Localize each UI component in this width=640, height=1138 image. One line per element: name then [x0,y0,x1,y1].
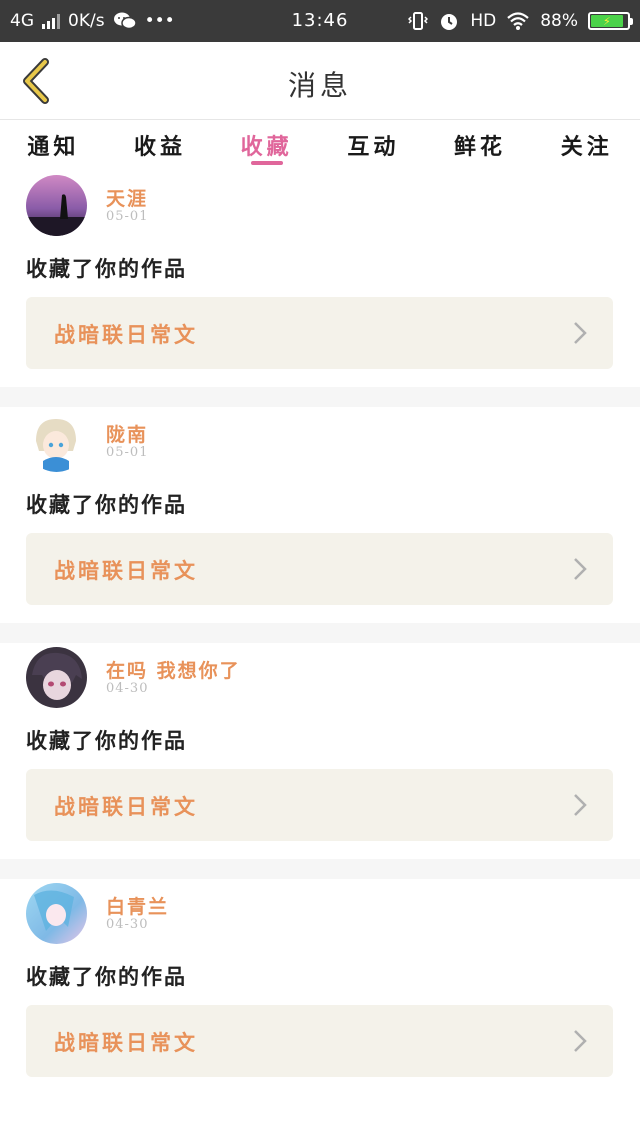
tab-interactions[interactable]: 互动 [320,121,427,171]
page-title: 消息 [287,69,352,102]
tab-favorites[interactable]: 收藏 [213,121,320,171]
user-name[interactable]: 陇南 [106,420,148,447]
date: 05-01 [106,209,149,224]
divider [0,859,640,879]
message-list: 天涯 05-01 收藏了你的作品 战暗联日常文 陇南 05-01 收藏了你的作品… [0,171,640,1095]
tab-bar: 通知 收益 收藏 互动 鲜花 关注 [0,121,640,171]
tab-flowers[interactable]: 鲜花 [427,121,534,171]
avatar-image [26,883,87,944]
vibrate-icon [408,12,429,30]
tab-earnings[interactable]: 收益 [107,121,214,171]
work-title: 战暗联日常文 [54,558,198,583]
user-name[interactable]: 白青兰 [106,892,169,919]
user-name[interactable]: 天涯 [106,184,148,211]
action-text: 收藏了你的作品 [26,728,187,753]
avatar[interactable] [26,883,87,944]
status-bar: 4G 0K/s ••• 13:46 HD 88% ⚡ [0,0,640,42]
list-item: 陇南 05-01 收藏了你的作品 战暗联日常文 [0,407,640,623]
wifi-icon [507,12,529,30]
list-item: 在吗 我想你了 04-30 收藏了你的作品 战暗联日常文 [0,643,640,859]
work-link[interactable]: 战暗联日常文 [26,1005,613,1077]
action-text: 收藏了你的作品 [26,256,187,281]
tab-follows[interactable]: 关注 [533,121,640,171]
chevron-right-icon [574,322,587,344]
work-title: 战暗联日常文 [54,794,198,819]
work-title: 战暗联日常文 [54,322,198,347]
chevron-right-icon [574,1030,587,1052]
action-text: 收藏了你的作品 [26,964,187,989]
date: 05-01 [106,445,149,460]
list-item: 白青兰 04-30 收藏了你的作品 战暗联日常文 [0,879,640,1095]
divider [0,387,640,407]
avatar[interactable] [26,647,87,708]
alarm-icon [441,14,458,30]
avatar[interactable] [26,175,87,236]
battery-percent: 88% [540,11,578,31]
avatar-image [26,411,87,472]
work-link[interactable]: 战暗联日常文 [26,297,613,369]
avatar[interactable] [26,411,87,472]
action-text: 收藏了你的作品 [26,492,187,517]
work-link[interactable]: 战暗联日常文 [26,769,613,841]
chevron-right-icon [574,794,587,816]
divider [0,623,640,643]
chevron-right-icon [574,558,587,580]
app-header: 消息 [0,42,640,120]
list-item: 天涯 05-01 收藏了你的作品 战暗联日常文 [0,171,640,387]
date: 04-30 [106,681,149,696]
status-right: HD 88% ⚡ [408,10,633,32]
hd-indicator: HD [470,11,497,31]
work-link[interactable]: 战暗联日常文 [26,533,613,605]
tab-notifications[interactable]: 通知 [0,121,107,171]
user-name[interactable]: 在吗 我想你了 [106,656,241,683]
battery-icon: ⚡ [588,12,633,30]
avatar-image [26,647,87,708]
work-title: 战暗联日常文 [54,1030,198,1055]
avatar-image [26,175,87,236]
date: 04-30 [106,917,149,932]
